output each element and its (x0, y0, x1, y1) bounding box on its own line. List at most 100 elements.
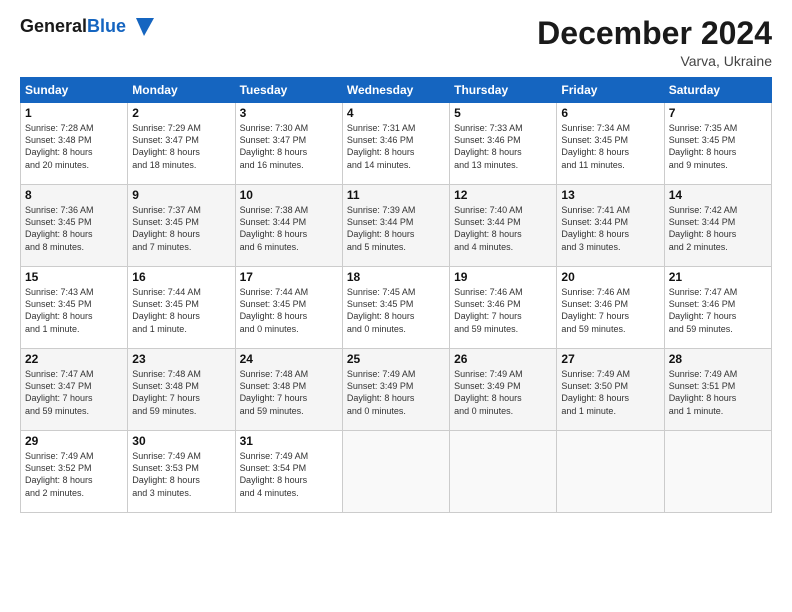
table-row: 1Sunrise: 7:28 AM Sunset: 3:48 PM Daylig… (21, 103, 128, 185)
table-row: 14 Sunrise: 7:42 AM Sunset: 3:44 PM Dayli… (664, 185, 771, 267)
day-number: 10 (240, 188, 338, 202)
day-info: Sunrise: 7:39 AM Sunset: 3:44 PM Dayligh… (347, 204, 445, 253)
day-number: 29 (25, 434, 123, 448)
day-number: 21 (669, 270, 767, 284)
table-row: 13 Sunrise: 7:41 AM Sunset: 3:44 PM Dayli… (557, 185, 664, 267)
table-row: 29 Sunrise: 7:49 AM Sunset: 3:52 PM Dayli… (21, 431, 128, 513)
table-row: 7 Sunrise: 7:35 AM Sunset: 3:45 PM Daylig… (664, 103, 771, 185)
calendar-week-3: 15 Sunrise: 7:43 AM Sunset: 3:45 PM Dayli… (21, 267, 772, 349)
table-row: 8 Sunrise: 7:36 AM Sunset: 3:45 PM Daylig… (21, 185, 128, 267)
table-row: 27 Sunrise: 7:49 AM Sunset: 3:50 PM Dayli… (557, 349, 664, 431)
day-info: Sunrise: 7:37 AM Sunset: 3:45 PM Dayligh… (132, 204, 230, 253)
page: GeneralBlue December 2024 Varva, Ukraine… (0, 0, 792, 612)
day-info: Sunrise: 7:42 AM Sunset: 3:44 PM Dayligh… (669, 204, 767, 253)
day-number: 9 (132, 188, 230, 202)
calendar-week-1: 1Sunrise: 7:28 AM Sunset: 3:48 PM Daylig… (21, 103, 772, 185)
day-number: 23 (132, 352, 230, 366)
day-number: 14 (669, 188, 767, 202)
logo: GeneralBlue (20, 16, 154, 38)
day-number: 27 (561, 352, 659, 366)
col-saturday: Saturday (664, 78, 771, 103)
month-title: December 2024 (537, 16, 772, 51)
table-row: 19Sunrise: 7:46 AM Sunset: 3:46 PM Dayli… (450, 267, 557, 349)
day-info: Sunrise: 7:35 AM Sunset: 3:45 PM Dayligh… (669, 122, 767, 171)
header: GeneralBlue December 2024 Varva, Ukraine (20, 16, 772, 69)
day-number: 3 (240, 106, 338, 120)
day-number: 25 (347, 352, 445, 366)
day-number: 18 (347, 270, 445, 284)
day-info: Sunrise: 7:49 AM Sunset: 3:50 PM Dayligh… (561, 368, 659, 417)
col-wednesday: Wednesday (342, 78, 449, 103)
day-info: Sunrise: 7:49 AM Sunset: 3:51 PM Dayligh… (669, 368, 767, 417)
day-number: 4 (347, 106, 445, 120)
table-row (664, 431, 771, 513)
day-info: Sunrise: 7:28 AM Sunset: 3:48 PM Dayligh… (25, 122, 123, 171)
day-info: Sunrise: 7:38 AM Sunset: 3:44 PM Dayligh… (240, 204, 338, 253)
table-row: 9 Sunrise: 7:37 AM Sunset: 3:45 PM Daylig… (128, 185, 235, 267)
day-number: 6 (561, 106, 659, 120)
day-info: Sunrise: 7:49 AM Sunset: 3:52 PM Dayligh… (25, 450, 123, 499)
day-info: Sunrise: 7:31 AM Sunset: 3:46 PM Dayligh… (347, 122, 445, 171)
location: Varva, Ukraine (537, 53, 772, 69)
day-number: 13 (561, 188, 659, 202)
col-tuesday: Tuesday (235, 78, 342, 103)
day-info: Sunrise: 7:47 AM Sunset: 3:46 PM Dayligh… (669, 286, 767, 335)
day-number: 11 (347, 188, 445, 202)
day-number: 24 (240, 352, 338, 366)
day-info: Sunrise: 7:44 AM Sunset: 3:45 PM Dayligh… (240, 286, 338, 335)
day-info: Sunrise: 7:49 AM Sunset: 3:49 PM Dayligh… (454, 368, 552, 417)
table-row: 17Sunrise: 7:44 AM Sunset: 3:45 PM Dayli… (235, 267, 342, 349)
day-info: Sunrise: 7:46 AM Sunset: 3:46 PM Dayligh… (561, 286, 659, 335)
day-number: 8 (25, 188, 123, 202)
day-number: 30 (132, 434, 230, 448)
day-info: Sunrise: 7:34 AM Sunset: 3:45 PM Dayligh… (561, 122, 659, 171)
col-thursday: Thursday (450, 78, 557, 103)
day-info: Sunrise: 7:47 AM Sunset: 3:47 PM Dayligh… (25, 368, 123, 417)
day-number: 31 (240, 434, 338, 448)
day-number: 12 (454, 188, 552, 202)
day-info: Sunrise: 7:49 AM Sunset: 3:54 PM Dayligh… (240, 450, 338, 499)
table-row: 3Sunrise: 7:30 AM Sunset: 3:47 PM Daylig… (235, 103, 342, 185)
day-info: Sunrise: 7:36 AM Sunset: 3:45 PM Dayligh… (25, 204, 123, 253)
day-info: Sunrise: 7:48 AM Sunset: 3:48 PM Dayligh… (132, 368, 230, 417)
day-number: 26 (454, 352, 552, 366)
table-row: 21 Sunrise: 7:47 AM Sunset: 3:46 PM Dayli… (664, 267, 771, 349)
day-info: Sunrise: 7:41 AM Sunset: 3:44 PM Dayligh… (561, 204, 659, 253)
logo-text: GeneralBlue (20, 17, 126, 37)
calendar-week-4: 22 Sunrise: 7:47 AM Sunset: 3:47 PM Dayli… (21, 349, 772, 431)
day-number: 16 (132, 270, 230, 284)
logo-icon (126, 16, 154, 38)
table-row: 22 Sunrise: 7:47 AM Sunset: 3:47 PM Dayli… (21, 349, 128, 431)
day-info: Sunrise: 7:40 AM Sunset: 3:44 PM Dayligh… (454, 204, 552, 253)
table-row: 28 Sunrise: 7:49 AM Sunset: 3:51 PM Dayli… (664, 349, 771, 431)
day-info: Sunrise: 7:29 AM Sunset: 3:47 PM Dayligh… (132, 122, 230, 171)
col-monday: Monday (128, 78, 235, 103)
table-row: 4 Sunrise: 7:31 AM Sunset: 3:46 PM Daylig… (342, 103, 449, 185)
table-row: 23 Sunrise: 7:48 AM Sunset: 3:48 PM Dayli… (128, 349, 235, 431)
calendar-header-row: Sunday Monday Tuesday Wednesday Thursday… (21, 78, 772, 103)
table-row: 12 Sunrise: 7:40 AM Sunset: 3:44 PM Dayli… (450, 185, 557, 267)
table-row (450, 431, 557, 513)
table-row: 15 Sunrise: 7:43 AM Sunset: 3:45 PM Dayli… (21, 267, 128, 349)
day-number: 7 (669, 106, 767, 120)
table-row: 24Sunrise: 7:48 AM Sunset: 3:48 PM Dayli… (235, 349, 342, 431)
day-info: Sunrise: 7:49 AM Sunset: 3:49 PM Dayligh… (347, 368, 445, 417)
day-number: 28 (669, 352, 767, 366)
day-number: 15 (25, 270, 123, 284)
col-sunday: Sunday (21, 78, 128, 103)
table-row: 25 Sunrise: 7:49 AM Sunset: 3:49 PM Dayli… (342, 349, 449, 431)
table-row: 26 Sunrise: 7:49 AM Sunset: 3:49 PM Dayli… (450, 349, 557, 431)
day-number: 2 (132, 106, 230, 120)
table-row: 20Sunrise: 7:46 AM Sunset: 3:46 PM Dayli… (557, 267, 664, 349)
calendar-week-5: 29 Sunrise: 7:49 AM Sunset: 3:52 PM Dayli… (21, 431, 772, 513)
calendar: Sunday Monday Tuesday Wednesday Thursday… (20, 77, 772, 513)
table-row: 6 Sunrise: 7:34 AM Sunset: 3:45 PM Daylig… (557, 103, 664, 185)
col-friday: Friday (557, 78, 664, 103)
day-info: Sunrise: 7:45 AM Sunset: 3:45 PM Dayligh… (347, 286, 445, 335)
table-row: 16Sunrise: 7:44 AM Sunset: 3:45 PM Dayli… (128, 267, 235, 349)
day-info: Sunrise: 7:43 AM Sunset: 3:45 PM Dayligh… (25, 286, 123, 335)
calendar-week-2: 8 Sunrise: 7:36 AM Sunset: 3:45 PM Daylig… (21, 185, 772, 267)
day-number: 19 (454, 270, 552, 284)
day-number: 22 (25, 352, 123, 366)
table-row: 18 Sunrise: 7:45 AM Sunset: 3:45 PM Dayli… (342, 267, 449, 349)
